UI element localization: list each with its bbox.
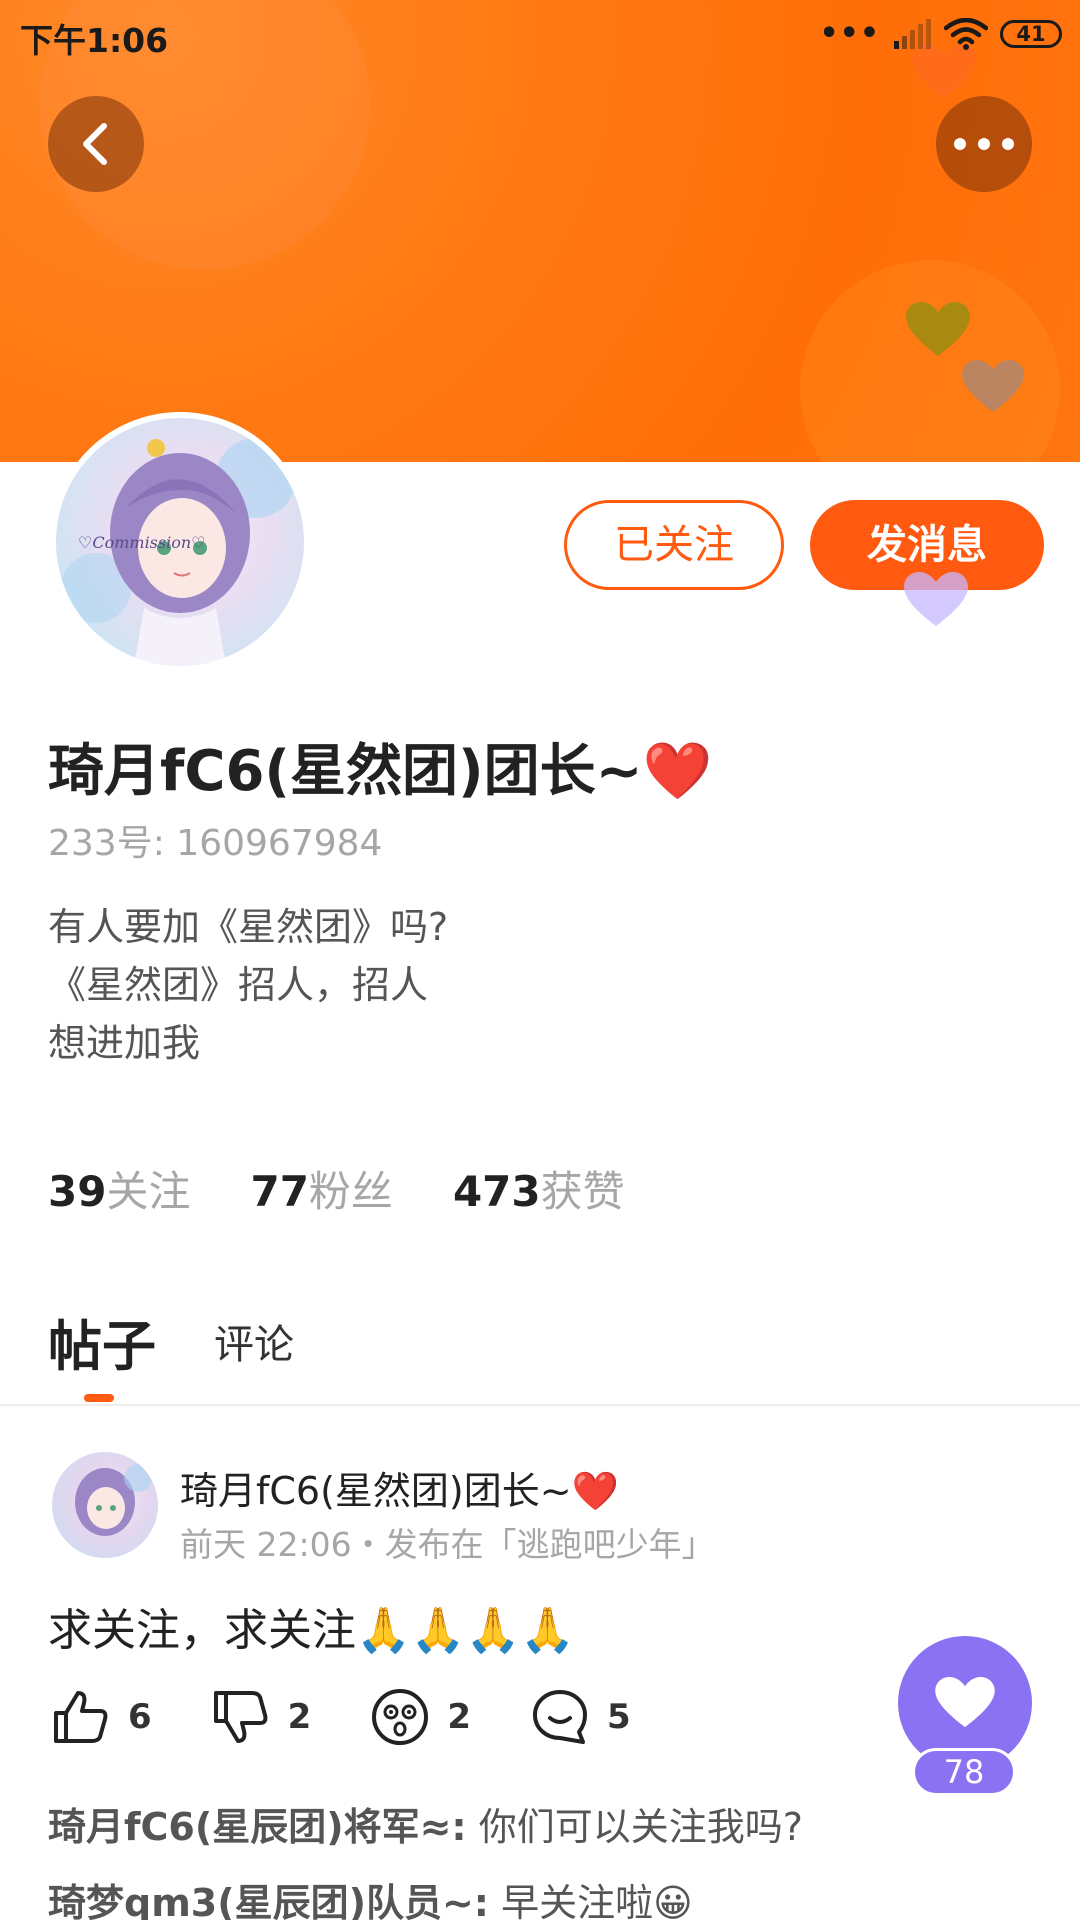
post-text[interactable]: 求关注，求关注🙏🙏🙏🙏	[48, 1594, 575, 1658]
status-bar: 下午1:06 ••• 41	[0, 0, 1080, 72]
thumbs-down-icon	[213, 1691, 268, 1743]
more-options-button[interactable]	[936, 96, 1032, 192]
reply-author: 琦梦qm3(星辰团)队员~:	[48, 1881, 490, 1920]
back-arrow-icon	[83, 123, 107, 165]
reply-text: 早关注啦😀	[489, 1881, 693, 1920]
floating-like-count: 78	[912, 1748, 1016, 1796]
confused-count: 2	[447, 1697, 472, 1737]
status-time: 下午1:06	[20, 21, 169, 60]
reply-text: 你们可以关注我吗?	[466, 1805, 803, 1849]
tab-posts[interactable]: 帖子	[48, 1302, 156, 1381]
comment-bubble-icon	[533, 1690, 588, 1744]
post-author-name[interactable]: 琦月fC6(星然团)团长~❤️	[180, 1460, 619, 1515]
bio-line: 《星然团》招人，招人	[48, 963, 429, 1007]
profile-stats: 39关注 77粉丝 473获赞	[48, 1158, 625, 1219]
tab-comments[interactable]: 评论	[214, 1312, 294, 1370]
dislike-count: 2	[287, 1697, 312, 1737]
divider	[0, 1404, 1080, 1406]
stat-label: 关注	[106, 1167, 191, 1216]
like-action[interactable]: 6	[52, 1689, 152, 1745]
wifi-icon	[944, 18, 988, 50]
comment-action[interactable]: 5	[531, 1688, 631, 1746]
heart-icon	[906, 302, 970, 356]
signal-icon	[894, 19, 931, 49]
followed-button[interactable]: 已关注	[564, 500, 784, 590]
profile-id: 233号: 160967984	[48, 823, 383, 864]
avatar-illustration	[75, 1464, 152, 1536]
post-meta: 前天 22:06・发布在「逃跑吧少年」	[180, 1525, 715, 1564]
stat-likes[interactable]: 473获赞	[453, 1158, 625, 1219]
like-count: 6	[128, 1697, 152, 1737]
status-dots: •••	[819, 16, 880, 51]
stat-value: 77	[250, 1167, 309, 1216]
stat-value: 473	[452, 1167, 541, 1216]
back-button[interactable]	[48, 96, 144, 192]
heart-icon	[904, 572, 968, 626]
stat-label: 获赞	[540, 1167, 625, 1216]
tab-active-indicator	[84, 1394, 114, 1402]
heart-icon	[935, 1677, 995, 1728]
profile-bio: 有人要加《星然团》吗? 《星然团》招人，招人 想进加我	[48, 898, 448, 1072]
stat-following[interactable]: 39关注	[48, 1158, 190, 1219]
reply-item[interactable]: 琦梦qm3(星辰团)队员~: 早关注啦😀	[48, 1872, 693, 1920]
bio-line: 想进加我	[48, 1021, 201, 1065]
stat-label: 粉丝	[308, 1167, 393, 1216]
dislike-action[interactable]: 2	[212, 1689, 312, 1745]
svg-text:♡Commission♡: ♡Commission♡	[78, 533, 206, 552]
stat-value: 39	[48, 1167, 107, 1216]
heart-icon	[962, 360, 1024, 413]
post-author-avatar[interactable]	[52, 1452, 158, 1558]
avatar-image: ♡Commission♡	[56, 418, 304, 666]
bio-line: 有人要加《星然团》吗?	[48, 905, 449, 949]
confused-action[interactable]: 2	[371, 1688, 471, 1746]
avatar-illustration: ♡Commission♡	[61, 438, 296, 666]
post-actions: 6 2 2 5	[52, 1688, 631, 1746]
thumbs-up-icon	[54, 1691, 108, 1743]
stat-fans[interactable]: 77粉丝	[250, 1158, 392, 1219]
status-indicators: ••• 41	[819, 18, 1062, 50]
profile-banner: 下午1:06 ••• 41	[0, 0, 1080, 462]
profile-avatar[interactable]: ♡Commission♡	[50, 412, 310, 672]
comment-count: 5	[607, 1697, 631, 1737]
reply-item[interactable]: 琦月fC6(星辰团)将军≈: 你们可以关注我吗?	[48, 1796, 803, 1851]
dizzy-face-icon	[372, 1689, 429, 1745]
battery-icon: 41	[1000, 20, 1062, 48]
reply-author: 琦月fC6(星辰团)将军≈:	[48, 1805, 467, 1849]
more-dots-icon	[954, 138, 1014, 150]
profile-name: 琦月fC6(星然团)团长~❤️	[48, 739, 713, 804]
